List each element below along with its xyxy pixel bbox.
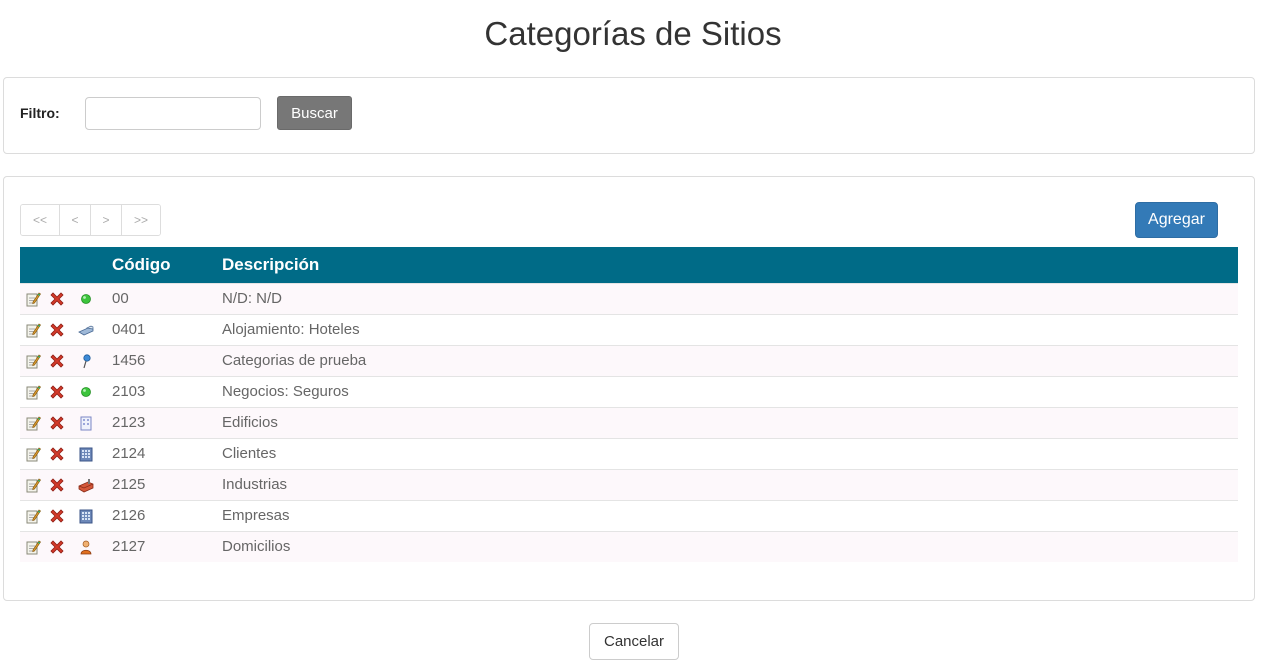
search-button[interactable]: Buscar [277,96,352,130]
column-header-description[interactable]: Descripción [222,247,1238,283]
delete-icon[interactable] [49,383,65,400]
edit-icon[interactable] [25,321,41,338]
table-row: 2125 Industrias [20,469,1238,500]
first-page-button[interactable]: << [21,205,60,235]
table-row: 0401 Alojamiento: Hoteles [20,314,1238,345]
row-code: 0401 [112,321,146,338]
edit-icon[interactable] [25,414,41,431]
table-row: 2124 Clientes [20,438,1238,469]
table-row: 2127 Domicilios [20,531,1238,562]
row-code: 2124 [112,445,146,462]
person-icon [78,538,94,555]
table-row: 1456 Categorias de prueba [20,345,1238,376]
delete-icon[interactable] [49,507,65,524]
row-description: Edificios [222,414,278,431]
page-title: Categorías de Sitios [484,15,782,52]
cancel-button[interactable]: Cancelar [589,623,679,660]
delete-icon[interactable] [49,445,65,462]
list-panel: << < > >> Agregar Código Descripción 00 N… [3,176,1255,601]
last-page-button[interactable]: >> [122,205,160,235]
green-dot-icon [78,290,94,307]
filter-label: Filtro: [20,105,60,121]
edit-icon[interactable] [25,383,41,400]
green-dot-icon [78,383,94,400]
row-code: 2125 [112,476,146,493]
table-row: 2103 Negocios: Seguros [20,376,1238,407]
filter-input[interactable] [85,97,261,130]
pin-icon [78,352,94,369]
categories-table: Código Descripción 00 N/D: N/D 0401 Alojami… [20,247,1238,562]
row-description: Empresas [222,507,290,524]
table-row: 00 N/D: N/D [20,283,1238,314]
delete-icon[interactable] [49,414,65,431]
table-row: 2123 Edificios [20,407,1238,438]
building-icon [78,445,94,462]
row-code: 2126 [112,507,146,524]
row-code: 00 [112,290,129,307]
row-description: Categorias de prueba [222,352,367,369]
pagination: << < > >> [20,204,161,236]
row-code: 2123 [112,414,146,431]
row-description: N/D: N/D [222,290,282,307]
edit-icon[interactable] [25,290,41,307]
building-outline-icon [78,414,94,431]
row-description: Industrias [222,476,288,493]
column-header-code[interactable]: Código [112,247,222,283]
next-page-button[interactable]: > [91,205,122,235]
edit-icon[interactable] [25,538,41,555]
edit-icon[interactable] [25,507,41,524]
delete-icon[interactable] [49,321,65,338]
edit-icon[interactable] [25,445,41,462]
filter-panel: Filtro: Buscar [3,77,1255,154]
factory-icon [78,476,94,493]
delete-icon[interactable] [49,352,65,369]
delete-icon[interactable] [49,538,65,555]
row-description: Domicilios [222,538,291,556]
bed-icon [78,321,94,338]
row-description: Negocios: Seguros [222,383,349,400]
row-description: Clientes [222,445,277,462]
add-button[interactable]: Agregar [1135,202,1218,238]
row-code: 2103 [112,383,146,400]
delete-icon[interactable] [49,290,65,307]
prev-page-button[interactable]: < [60,205,91,235]
table-header-row: Código Descripción [20,247,1238,283]
building-icon [78,507,94,524]
delete-icon[interactable] [49,476,65,493]
edit-icon[interactable] [25,476,41,493]
row-description: Alojamiento: Hoteles [222,321,360,338]
table-row: 2126 Empresas [20,500,1238,531]
row-code: 1456 [112,352,146,369]
row-code: 2127 [112,538,146,556]
edit-icon[interactable] [25,352,41,369]
